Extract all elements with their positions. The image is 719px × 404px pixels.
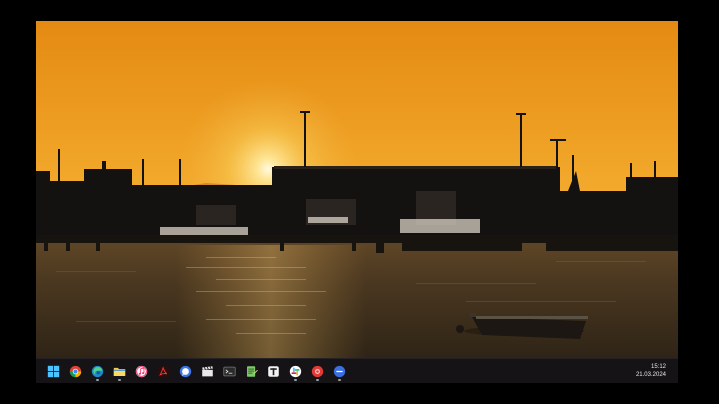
- more-apps-taskbar-button[interactable]: [328, 360, 350, 382]
- more-dots-icon: [333, 365, 345, 377]
- terminal-taskbar-button[interactable]: [218, 360, 240, 382]
- folder-icon: [113, 367, 125, 376]
- screen-recorder-taskbar-button[interactable]: [306, 360, 328, 382]
- acrobat-icon: [157, 365, 169, 377]
- video-editor-taskbar-button[interactable]: [196, 360, 218, 382]
- desktop-wallpaper: [36, 21, 678, 359]
- record-icon: [311, 365, 323, 377]
- music-note-icon: [135, 365, 147, 377]
- taskbar: 15:12 21.03.2024: [36, 358, 678, 383]
- letter-t-icon: [267, 365, 279, 377]
- clock-time: 15:12: [650, 364, 666, 370]
- chrome-icon: [69, 365, 81, 377]
- taskbar-pinned-apps: [42, 360, 350, 382]
- windows-logo-icon: [47, 365, 59, 377]
- system-clock[interactable]: 15:12 21.03.2024: [636, 363, 666, 379]
- acrobat-taskbar-button[interactable]: [152, 360, 174, 382]
- terminal-icon: [222, 366, 236, 376]
- notepad-taskbar-button[interactable]: [240, 360, 262, 382]
- file-explorer-taskbar-button[interactable]: [108, 360, 130, 382]
- running-indicator: [117, 379, 121, 381]
- slack-icon: [289, 365, 301, 377]
- notepad-icon: [246, 365, 258, 377]
- running-indicator: [337, 379, 341, 381]
- chat-bubble-icon: [179, 365, 191, 377]
- edge-icon: [91, 365, 103, 377]
- typora-taskbar-button[interactable]: [262, 360, 284, 382]
- itunes-taskbar-button[interactable]: [130, 360, 152, 382]
- chrome-taskbar-button[interactable]: [64, 360, 86, 382]
- start-button[interactable]: [42, 360, 64, 382]
- running-indicator: [315, 379, 319, 381]
- clapperboard-icon: [201, 365, 213, 376]
- signal-taskbar-button[interactable]: [174, 360, 196, 382]
- desktop-screen: 15:12 21.03.2024: [36, 21, 678, 383]
- running-indicator: [95, 379, 99, 381]
- running-indicator: [293, 379, 297, 381]
- clock-date: 21.03.2024: [635, 372, 666, 378]
- slack-taskbar-button[interactable]: [284, 360, 306, 382]
- edge-taskbar-button[interactable]: [86, 360, 108, 382]
